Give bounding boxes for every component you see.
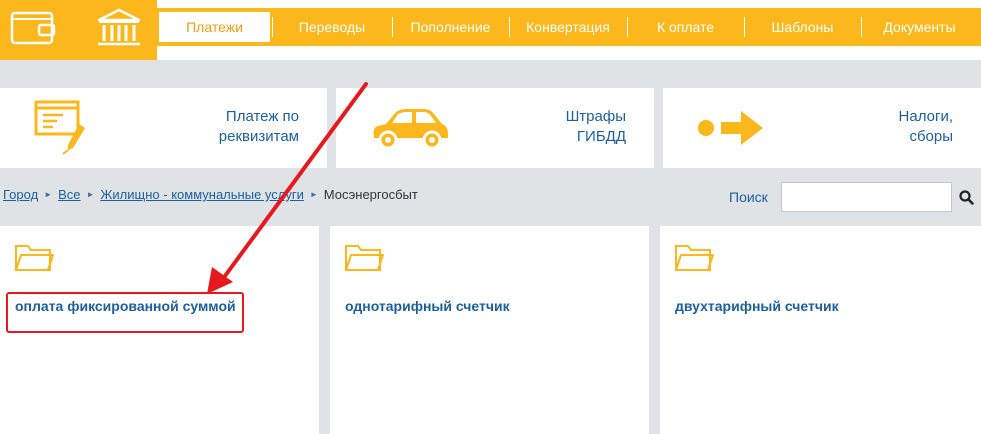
nav-topup[interactable]: Пополнение xyxy=(392,8,509,46)
car-icon xyxy=(373,109,448,150)
service-two-tariff[interactable]: двухтарифный счетчик xyxy=(660,226,981,434)
breadcrumb-city[interactable]: Город xyxy=(3,187,38,202)
nav-label: Переводы xyxy=(298,19,366,35)
nav-label: Конвертация xyxy=(526,19,610,35)
nav-to-pay[interactable]: К оплате xyxy=(627,8,744,46)
arrow-right-icon xyxy=(698,111,763,145)
breadcrumb-separator: ► xyxy=(309,190,318,199)
nav-label: Документы xyxy=(883,19,956,35)
nav-payments[interactable]: Платежи xyxy=(157,8,272,46)
breadcrumb-all[interactable]: Все xyxy=(58,187,80,202)
service-title: оплата фиксированной суммой xyxy=(15,298,236,314)
service-title: однотарифный счетчик xyxy=(345,298,510,314)
wallet-icon[interactable] xyxy=(9,8,57,48)
search-label: Поиск xyxy=(729,189,768,205)
main-nav: Платежи Переводы Пополнение Конвертация … xyxy=(157,8,978,46)
service-title: двухтарифный счетчик xyxy=(675,298,839,314)
service-single-tariff[interactable]: однотарифный счетчик xyxy=(330,226,649,434)
bank-icon[interactable] xyxy=(95,8,143,48)
nav-label: Пополнение xyxy=(410,19,491,35)
breadcrumb: Город ► Все ► Жилищно - коммунальные усл… xyxy=(3,187,418,202)
search-icon[interactable] xyxy=(958,189,976,207)
category-label: Платеж по реквизитам xyxy=(218,108,299,145)
top-bar: Платежи Переводы Пополнение Конвертация … xyxy=(0,0,981,60)
breadcrumb-utilities[interactable]: Жилищно - коммунальные услуги xyxy=(100,187,303,202)
folder-icon xyxy=(675,245,714,271)
nav-documents[interactable]: Документы xyxy=(861,8,978,46)
service-fixed-amount[interactable]: оплата фиксированной суммой xyxy=(0,226,319,434)
category-label: Штрафы ГИБДД xyxy=(565,108,626,145)
folder-icon xyxy=(345,245,384,271)
folder-icon xyxy=(15,245,54,271)
nav-templates[interactable]: Шаблоны xyxy=(744,8,861,46)
nav-label: Шаблоны xyxy=(771,19,834,35)
search-input[interactable] xyxy=(781,182,952,212)
breadcrumb-current: Мосэнергосбыт xyxy=(323,187,418,202)
category-requisites[interactable]: Платеж по реквизитам xyxy=(0,88,327,168)
category-fines[interactable]: Штрафы ГИБДД xyxy=(336,88,654,168)
form-pen-icon xyxy=(34,100,85,155)
nav-conversion[interactable]: Конвертация xyxy=(509,8,627,46)
breadcrumb-separator: ► xyxy=(86,190,95,199)
nav-transfers[interactable]: Переводы xyxy=(272,8,392,46)
category-taxes[interactable]: Налоги, сборы xyxy=(663,88,981,168)
nav-label: К оплате xyxy=(656,19,715,35)
category-label: Налоги, сборы xyxy=(898,108,953,145)
nav-label: Платежи xyxy=(186,19,243,35)
breadcrumb-separator: ► xyxy=(44,190,53,199)
